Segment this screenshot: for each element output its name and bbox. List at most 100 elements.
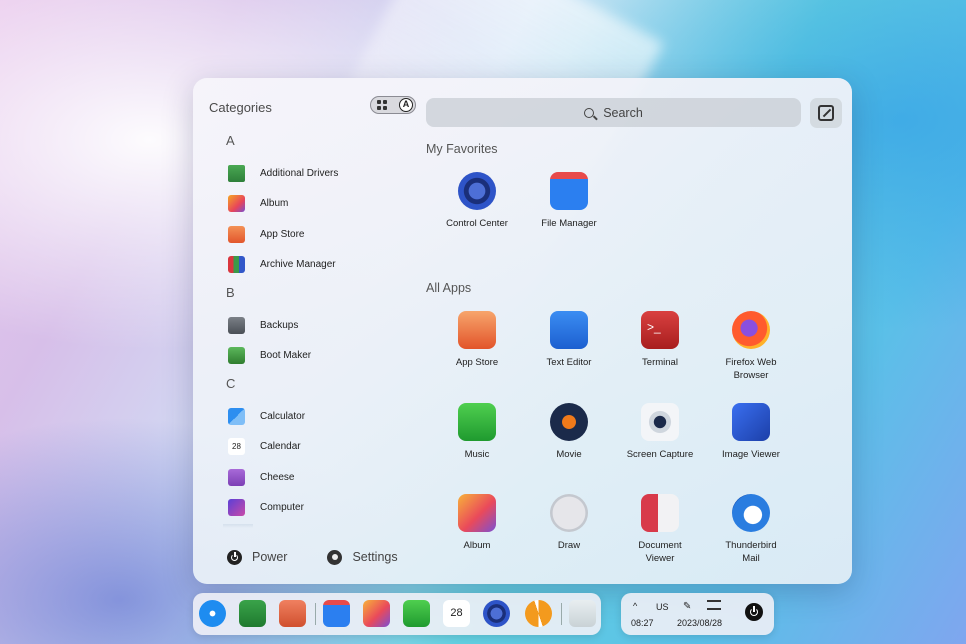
list-item[interactable]: Computer (223, 493, 418, 524)
dock-separator (315, 603, 316, 625)
app-tile-screen-capture[interactable]: Screen Capture (615, 403, 705, 461)
dock: 28 (193, 593, 601, 635)
app-label: Draw (557, 540, 581, 551)
app-label: Album (463, 540, 491, 551)
app-tile-draw[interactable]: Draw (524, 494, 614, 552)
calculator-icon (228, 407, 245, 425)
text-editor-icon (550, 311, 588, 349)
control-center-icon[interactable] (483, 600, 510, 627)
app-tile-thunderbird[interactable]: Thunderbird Mail (706, 494, 796, 565)
list-item-label: Album (260, 198, 289, 210)
power-icon (227, 549, 242, 565)
search-input[interactable]: Search (426, 98, 801, 127)
app-tile-image-viewer[interactable]: Image Viewer (706, 403, 796, 461)
pen-icon[interactable]: ✎ (683, 601, 691, 612)
album-icon (458, 494, 496, 532)
tray-expand-caret[interactable]: ^ (633, 601, 637, 611)
app-label: Music (464, 449, 490, 460)
app-label: Image Viewer (722, 449, 780, 460)
list-item[interactable]: Boot Maker (223, 341, 418, 372)
expand-icon (818, 105, 834, 121)
app-tile-movie[interactable]: Movie (524, 403, 614, 461)
document-viewer-icon (641, 494, 679, 532)
letter-a-icon[interactable]: A (399, 98, 413, 112)
draw-icon (550, 494, 588, 532)
app-label: Firefox Web Browser (725, 357, 777, 381)
app-tile-firefox[interactable]: Firefox Web Browser (706, 311, 796, 382)
gear-icon (327, 549, 343, 565)
system-tray: ^ US ✎ 08:27 2023/08/28 (621, 593, 774, 635)
list-item[interactable]: App Store (223, 219, 418, 250)
additional-drivers-icon (228, 164, 245, 182)
group-letter: B (226, 285, 235, 300)
list-item[interactable]: Backups (223, 310, 418, 341)
category-app-list: A Additional Drivers Album App Store Arc… (223, 128, 418, 523)
list-scroll-fade (223, 524, 253, 528)
favorite-file-manager[interactable]: File Manager (524, 172, 614, 230)
launcher-icon[interactable] (199, 600, 226, 627)
keyboard-layout[interactable]: US (656, 602, 669, 612)
list-item[interactable]: 28 Calendar (223, 432, 418, 463)
power-button[interactable]: Power (227, 549, 287, 565)
album-icon[interactable] (363, 600, 390, 627)
app-label: Screen Capture (626, 449, 694, 460)
update-icon[interactable] (525, 600, 552, 627)
shutdown-icon[interactable] (745, 603, 763, 621)
list-item[interactable]: Archive Manager (223, 250, 418, 281)
launcher-footer: Power Settings (227, 546, 438, 568)
calendar-icon[interactable]: 28 (443, 600, 470, 627)
app-tile-terminal[interactable]: >_ Terminal (615, 311, 705, 369)
multitask-view-icon[interactable] (239, 600, 266, 627)
list-item-label: Calendar (260, 441, 301, 453)
list-item[interactable]: Album (223, 189, 418, 220)
search-placeholder: Search (603, 105, 643, 120)
app-tile-document-viewer[interactable]: Document Viewer (615, 494, 705, 565)
favorites-title: My Favorites (426, 142, 498, 156)
toggle-switch-icon[interactable] (707, 600, 721, 610)
app-tile-music[interactable]: Music (432, 403, 522, 461)
trash-icon[interactable] (569, 600, 596, 627)
app-label: Movie (556, 449, 582, 460)
search-icon (584, 107, 595, 118)
app-store-icon (228, 225, 245, 243)
list-item-label: Archive Manager (260, 259, 336, 271)
category-pane: Categories A A Additional Drivers Album … (193, 78, 423, 584)
terminal-icon: >_ (641, 311, 679, 349)
launcher-window: Categories A A Additional Drivers Album … (193, 78, 852, 584)
file-manager-icon (550, 172, 588, 210)
dock-separator (561, 603, 562, 625)
album-icon (228, 195, 245, 213)
app-tile-album[interactable]: Album (432, 494, 522, 552)
music-icon[interactable] (403, 600, 430, 627)
group-letter: C (226, 376, 236, 391)
image-viewer-icon (732, 403, 770, 441)
app-tile-text-editor[interactable]: Text Editor (524, 311, 614, 369)
screen-capture-icon (641, 403, 679, 441)
group-letter: A (226, 133, 235, 148)
app-label: File Manager (541, 218, 597, 229)
settings-button[interactable]: Settings (327, 549, 398, 565)
archive-manager-icon (228, 256, 245, 274)
app-label: App Store (455, 357, 499, 368)
list-item[interactable]: Calculator (223, 401, 418, 432)
clock-time: 08:27 (631, 618, 654, 628)
app-label: Document Viewer (638, 540, 682, 564)
thunderbird-icon (732, 494, 770, 532)
cheese-icon (228, 468, 245, 486)
file-manager-icon[interactable] (323, 600, 350, 627)
favorite-control-center[interactable]: Control Center (432, 172, 522, 230)
grid-view-icon[interactable] (377, 100, 387, 110)
fullscreen-toggle-button[interactable] (810, 98, 842, 128)
settings-label: Settings (352, 550, 398, 564)
categories-title: Categories (209, 100, 272, 115)
app-label: Text Editor (546, 357, 592, 368)
calendar-icon: 28 (228, 438, 245, 456)
list-item[interactable]: Additional Drivers (223, 158, 418, 189)
list-item[interactable]: Cheese (223, 462, 418, 493)
view-mode-toggle[interactable]: A (370, 96, 416, 114)
app-tile-app-store[interactable]: App Store (432, 311, 522, 369)
workspace-icon[interactable] (279, 600, 306, 627)
control-center-icon (458, 172, 496, 210)
app-label: Thunderbird Mail (725, 540, 777, 564)
clock-date: 2023/08/28 (677, 618, 723, 628)
